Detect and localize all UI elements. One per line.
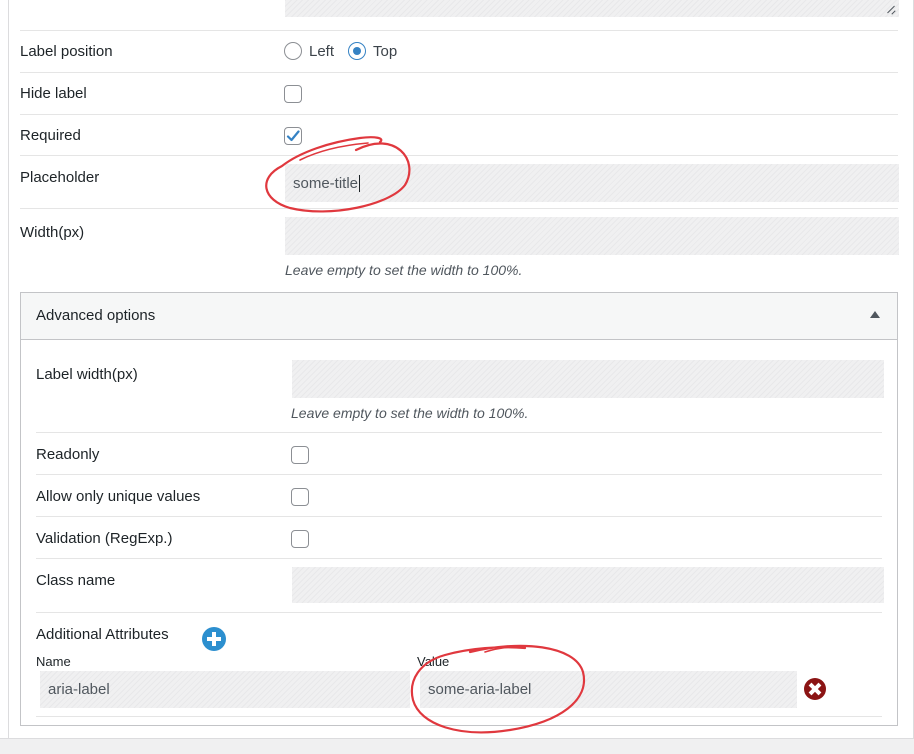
- label-width-input[interactable]: [292, 360, 884, 398]
- divider: [20, 30, 898, 31]
- attribute-name-value: aria-label: [48, 681, 110, 698]
- collapse-arrow-icon[interactable]: [870, 311, 880, 318]
- radio-left[interactable]: [284, 42, 302, 60]
- radio-top-label: Top: [373, 43, 398, 60]
- validation-label: Validation (RegExp.): [36, 530, 173, 547]
- readonly-label: Readonly: [36, 446, 100, 463]
- label-width-label: Label width(px): [36, 366, 138, 383]
- attribute-name-header: Name: [36, 654, 71, 669]
- advanced-options-header[interactable]: Advanced options: [21, 293, 897, 340]
- width-hint: Leave empty to set the width to 100%.: [285, 262, 523, 278]
- attribute-value-value: some-aria-label: [428, 681, 532, 698]
- unique-values-label: Allow only unique values: [36, 488, 201, 505]
- description-textarea[interactable]: [285, 0, 899, 17]
- radio-top[interactable]: [348, 42, 366, 60]
- width-label: Width(px): [20, 224, 85, 241]
- footer-strip: [0, 738, 914, 754]
- divider: [36, 716, 882, 717]
- class-name-label: Class name: [36, 572, 116, 589]
- width-input[interactable]: [285, 217, 899, 255]
- radio-left-label: Left: [309, 43, 335, 60]
- divider: [36, 558, 882, 559]
- divider: [20, 155, 898, 156]
- checkmark-icon: [286, 130, 300, 142]
- divider: [36, 432, 882, 433]
- readonly-checkbox[interactable]: [291, 446, 309, 464]
- required-label: Required: [20, 127, 81, 144]
- unique-values-checkbox[interactable]: [291, 488, 309, 506]
- additional-attributes-title: Additional Attributes: [36, 626, 169, 643]
- class-name-input[interactable]: [292, 567, 884, 603]
- text-caret: [359, 174, 361, 192]
- label-position-label: Label position: [20, 43, 113, 60]
- attribute-name-input[interactable]: aria-label: [40, 671, 410, 708]
- validation-checkbox[interactable]: [291, 530, 309, 548]
- hide-label-checkbox[interactable]: [284, 85, 302, 103]
- resize-grip-icon[interactable]: [885, 4, 895, 14]
- attribute-value-header: Value: [417, 654, 450, 669]
- required-checkbox[interactable]: [284, 127, 302, 145]
- placeholder-input[interactable]: some-title: [285, 164, 899, 202]
- divider: [20, 208, 898, 209]
- placeholder-input-value: some-title: [293, 174, 359, 192]
- advanced-options-section: Advanced options: [20, 292, 898, 726]
- placeholder-label: Placeholder: [20, 169, 100, 186]
- label-width-hint: Leave empty to set the width to 100%.: [291, 405, 529, 421]
- remove-circle-icon[interactable]: [804, 678, 826, 700]
- plus-circle-icon[interactable]: [202, 627, 226, 651]
- divider: [36, 612, 882, 613]
- divider: [20, 114, 898, 115]
- radio-top-dot: [353, 47, 361, 55]
- divider: [36, 474, 882, 475]
- hide-label-label: Hide label: [20, 85, 87, 102]
- divider: [36, 516, 882, 517]
- advanced-options-title: Advanced options: [36, 307, 156, 324]
- divider: [20, 72, 898, 73]
- attribute-value-input[interactable]: some-aria-label: [420, 671, 797, 708]
